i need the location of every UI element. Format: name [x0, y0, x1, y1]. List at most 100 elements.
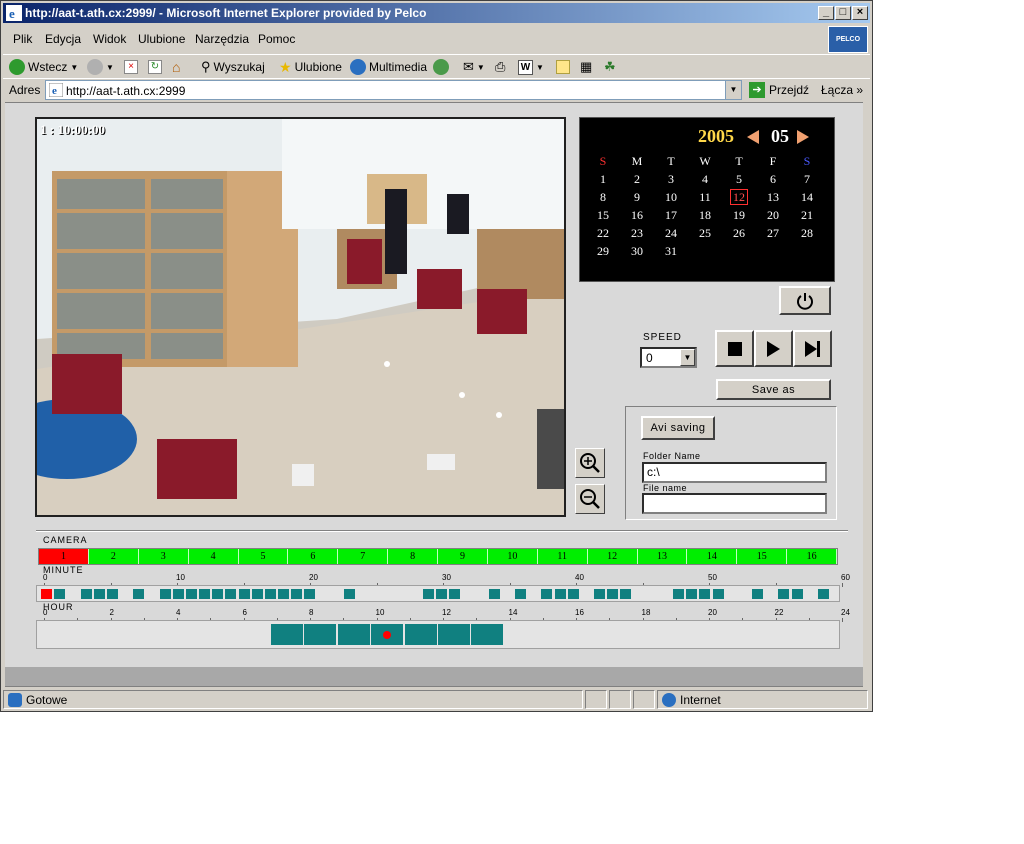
camera-3-button[interactable]: 3: [138, 549, 189, 564]
zoom-out-button[interactable]: [575, 484, 605, 514]
minute-block[interactable]: [686, 589, 698, 599]
minute-block[interactable]: [778, 589, 790, 599]
camera-11-button[interactable]: 11: [537, 549, 588, 564]
minute-block[interactable]: [607, 589, 619, 599]
menu-ulubione[interactable]: Ulubione: [138, 32, 185, 46]
calendar-day[interactable]: 8: [586, 188, 620, 206]
minute-timeline[interactable]: [36, 585, 840, 602]
refresh-button[interactable]: ↻: [148, 58, 162, 76]
search-button[interactable]: ⚲ Wyszukaj: [201, 58, 265, 76]
minute-block[interactable]: [620, 589, 632, 599]
media-button[interactable]: Multimedia: [350, 58, 427, 76]
minute-block[interactable]: [264, 589, 276, 599]
minute-block[interactable]: [225, 589, 237, 599]
minute-block[interactable]: [515, 589, 526, 599]
maximize-button[interactable]: □: [835, 6, 851, 20]
menu-widok[interactable]: Widok: [93, 32, 126, 46]
calendar-day[interactable]: 2: [620, 170, 654, 188]
calendar-day[interactable]: 17: [654, 206, 688, 224]
minute-block[interactable]: [567, 589, 579, 599]
minute-block[interactable]: [93, 589, 105, 599]
minute-block[interactable]: [238, 589, 250, 599]
calendar-day[interactable]: 7: [790, 170, 824, 188]
power-button[interactable]: [779, 286, 831, 315]
zoom-in-button[interactable]: [575, 448, 605, 478]
minute-block[interactable]: [422, 589, 434, 599]
camera-6-button[interactable]: 6: [288, 549, 339, 564]
go-button[interactable]: ➔ Przejdź: [749, 82, 809, 98]
calendar-day[interactable]: 26: [722, 224, 756, 242]
stop-button[interactable]: ×: [124, 58, 138, 76]
favorites-button[interactable]: ★ Ulubione: [279, 58, 342, 76]
hour-block[interactable]: [471, 624, 504, 645]
hour-timeline[interactable]: [36, 620, 840, 649]
calendar-day[interactable]: 29: [586, 242, 620, 260]
discuss-button[interactable]: [556, 58, 570, 76]
minute-block[interactable]: [133, 589, 145, 599]
menu-edycja[interactable]: Edycja: [45, 32, 81, 46]
minute-block[interactable]: [594, 589, 605, 599]
hour-block[interactable]: [371, 624, 404, 645]
calendar-day[interactable]: 22: [586, 224, 620, 242]
messenger-button[interactable]: ☘: [604, 58, 616, 76]
step-forward-button[interactable]: [793, 330, 832, 367]
calendar-day[interactable]: 18: [688, 206, 722, 224]
calendar-day[interactable]: 15: [586, 206, 620, 224]
folder-name-input[interactable]: c:\: [642, 462, 827, 483]
camera-2-button[interactable]: 2: [88, 549, 139, 564]
calendar-day[interactable]: 13: [756, 188, 790, 206]
camera-1-button[interactable]: 1: [39, 549, 89, 564]
minute-block[interactable]: [673, 589, 684, 599]
calendar-day[interactable]: 30: [620, 242, 654, 260]
minute-block[interactable]: [159, 589, 171, 599]
camera-4-button[interactable]: 4: [188, 549, 239, 564]
camera-5-button[interactable]: 5: [238, 549, 289, 564]
hour-block[interactable]: [304, 624, 337, 645]
calendar-day[interactable]: 14: [790, 188, 824, 206]
calendar-day[interactable]: 23: [620, 224, 654, 242]
play-button[interactable]: [754, 330, 793, 367]
close-button[interactable]: ×: [852, 6, 868, 20]
menu-plik[interactable]: Plik: [13, 32, 32, 46]
calendar-day[interactable]: 27: [756, 224, 790, 242]
camera-8-button[interactable]: 8: [388, 549, 438, 564]
research-button[interactable]: ▦: [580, 58, 592, 76]
calendar-day[interactable]: 12: [722, 188, 756, 206]
address-dropdown[interactable]: ▼: [725, 81, 741, 99]
minute-block[interactable]: [436, 589, 447, 599]
minute-block[interactable]: [41, 589, 52, 599]
mail-button[interactable]: ✉ ▼: [463, 58, 485, 76]
minute-block[interactable]: [488, 589, 500, 599]
hour-block[interactable]: [404, 624, 437, 645]
minute-block[interactable]: [699, 589, 711, 599]
menu-narzedzia[interactable]: Narzędzia: [195, 32, 249, 46]
calendar-day[interactable]: 6: [756, 170, 790, 188]
minute-block[interactable]: [185, 589, 197, 599]
minimize-button[interactable]: _: [818, 6, 834, 20]
hour-block[interactable]: [270, 624, 303, 645]
calendar-day[interactable]: 19: [722, 206, 756, 224]
camera-12-button[interactable]: 12: [587, 549, 638, 564]
menu-pomoc[interactable]: Pomoc: [258, 32, 295, 46]
calendar-day[interactable]: 3: [654, 170, 688, 188]
calendar-day[interactable]: 4: [688, 170, 722, 188]
edit-button[interactable]: W ▼: [518, 58, 544, 76]
calendar-day[interactable]: 24: [654, 224, 688, 242]
calendar-day[interactable]: 9: [620, 188, 654, 206]
minute-block[interactable]: [80, 589, 92, 599]
print-button[interactable]: ⎙: [495, 58, 505, 76]
minute-block[interactable]: [541, 589, 553, 599]
minute-block[interactable]: [172, 589, 184, 599]
calendar-day[interactable]: 21: [790, 206, 824, 224]
minute-block[interactable]: [554, 589, 566, 599]
address-input[interactable]: e http://aat-t.ath.cx:2999 ▼: [45, 80, 742, 100]
calendar-day[interactable]: 20: [756, 206, 790, 224]
calendar-day[interactable]: 16: [620, 206, 654, 224]
next-month-icon[interactable]: [797, 130, 809, 144]
minute-block[interactable]: [449, 589, 461, 599]
minute-block[interactable]: [212, 589, 224, 599]
home-button[interactable]: ⌂: [172, 58, 180, 76]
minute-block[interactable]: [54, 589, 66, 599]
minute-block[interactable]: [791, 589, 803, 599]
minute-block[interactable]: [278, 589, 289, 599]
